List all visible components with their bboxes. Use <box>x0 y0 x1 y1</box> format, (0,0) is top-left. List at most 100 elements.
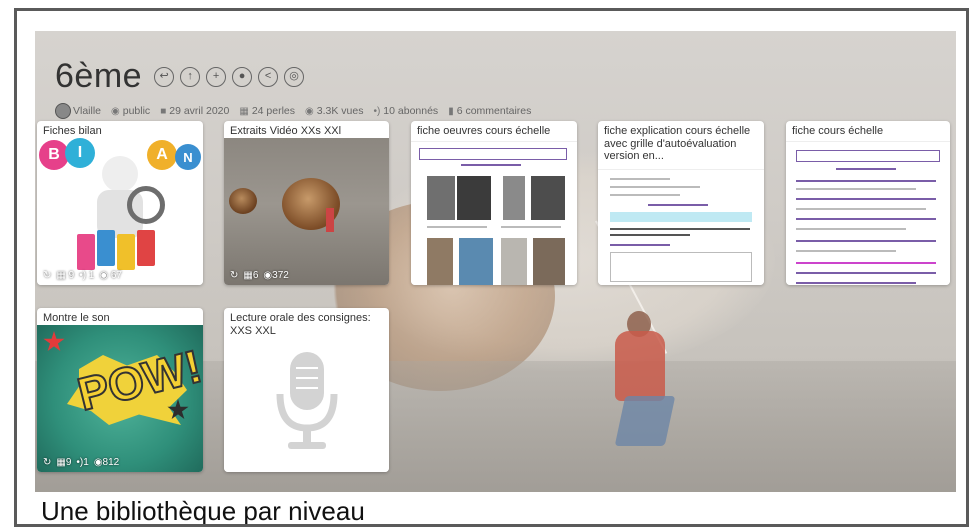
stat-subs: •) 1 <box>79 270 95 281</box>
card-montre-le-son[interactable]: Montre le son POW! ↻ ▦9 •)1 ◉812 <box>37 308 203 472</box>
pearls-count: 9 <box>68 270 75 281</box>
card-thumbnail[interactable]: ↻ ▦6 ◉372 <box>224 138 389 285</box>
card-thumbnail[interactable]: POW! ↻ ▦9 •)1 ◉812 <box>37 325 203 472</box>
meta-subscribers[interactable]: •) 10 abonnés <box>373 105 438 117</box>
title-row: 6ème ↩ ↑ + ● < ◎ <box>55 57 305 96</box>
document-photo <box>503 176 525 220</box>
document-line <box>427 226 487 228</box>
card-stats: ↻ ▦6 ◉372 <box>230 270 289 281</box>
card-stats: ↻ ▦ 9 •) 1 ◉ 67 <box>43 270 122 281</box>
document-answer-box <box>610 252 752 282</box>
background-figurine-legs <box>614 396 676 446</box>
document-line <box>796 188 916 190</box>
folder-decoration <box>117 234 135 270</box>
document-line <box>796 198 936 200</box>
back-icon[interactable]: ↩ <box>154 66 175 87</box>
pearls-count: 9 <box>65 457 72 468</box>
document-line <box>796 250 896 252</box>
card-extraits-video[interactable]: Extraits Vidéo XXs XXl ↻ ▦6 ◉372 <box>224 121 389 285</box>
stat-views: ◉372 <box>263 270 289 281</box>
screenshot-frame: 6ème ↩ ↑ + ● < ◎ Vlaille ◉ public ■ 29 avr… <box>14 8 969 527</box>
visibility-label: public <box>122 105 151 117</box>
meta-bar: Vlaille ◉ public ■ 29 avril 2020 ▦ 24 perle… <box>55 103 531 119</box>
share-icon[interactable]: < <box>258 66 279 87</box>
card-fiche-oeuvres[interactable]: fiche oeuvres cours échelle <box>411 121 577 285</box>
grid-icon: ▦ <box>239 106 249 117</box>
document-line <box>796 228 906 230</box>
pearls-count: 6 <box>252 270 259 281</box>
microphone-icon <box>276 352 338 449</box>
collection-page: 6ème ↩ ↑ + ● < ◎ Vlaille ◉ public ■ 29 avr… <box>35 31 956 492</box>
folder-decoration <box>97 230 115 266</box>
views-count: 812 <box>102 457 120 468</box>
card-thumbnail[interactable]: B I A N ↻ ▦ 9 •) 1 ◉ 67 <box>37 138 203 285</box>
card-title[interactable]: Extraits Vidéo XXs XXl <box>224 121 389 138</box>
document-line <box>501 226 561 228</box>
card-thumbnail[interactable] <box>786 141 950 285</box>
meta-comments[interactable]: ▮ 6 commentaires <box>448 105 531 117</box>
document-line <box>461 164 521 166</box>
author-name[interactable]: Vlaille <box>73 105 101 117</box>
folder-decoration <box>137 230 155 266</box>
document-line <box>610 178 670 180</box>
signal-icon: •) <box>373 106 381 117</box>
subscribers-label[interactable]: 10 abonnés <box>383 105 438 117</box>
card-lecture-orale[interactable]: Lecture orale des consignes: XXS XXL <box>224 308 389 472</box>
title-actions: ↩ ↑ + ● < ◎ <box>154 66 305 87</box>
card-thumbnail[interactable] <box>598 169 764 285</box>
up-icon[interactable]: ↑ <box>180 66 201 87</box>
card-title[interactable]: Montre le son <box>37 308 203 325</box>
document-line <box>796 272 936 274</box>
perles-label: 24 perles <box>251 105 296 117</box>
meta-perles: ▦ 24 perles <box>239 105 295 117</box>
snail-shell-image <box>229 188 257 214</box>
calendar-icon: ■ <box>160 106 167 117</box>
date-label: 29 avril 2020 <box>169 105 230 117</box>
document-line <box>796 262 936 264</box>
document-photo <box>427 176 455 220</box>
figurine-image <box>326 208 334 232</box>
members-icon[interactable]: ● <box>232 66 253 87</box>
document-photo <box>459 238 493 285</box>
meta-visibility: ◉ public <box>111 105 150 117</box>
ball-decoration: A <box>147 140 177 170</box>
card-title[interactable]: fiche explication cours échelle avec gri… <box>598 121 764 163</box>
document-header-box <box>419 148 567 160</box>
meta-date: ■ 29 avril 2020 <box>160 105 229 117</box>
document-line <box>796 218 936 220</box>
background-figurine-body <box>615 331 665 401</box>
ball-decoration: I <box>65 138 95 168</box>
card-fiche-explication[interactable]: fiche explication cours échelle avec gri… <box>598 121 764 285</box>
stat-pearls: ▦6 <box>243 270 259 281</box>
refresh-icon: ↻ <box>43 270 52 281</box>
ball-decoration: N <box>175 144 201 170</box>
document-photo <box>531 176 565 220</box>
document-line <box>796 240 936 242</box>
card-title[interactable]: Fiches bilan <box>37 121 203 138</box>
document-line <box>610 234 690 236</box>
document-line <box>648 204 708 206</box>
card-title[interactable]: Lecture orale des consignes: XXS XXL <box>224 308 389 337</box>
stat-views: ◉ 67 <box>99 270 122 281</box>
target-icon[interactable]: ◎ <box>284 66 305 87</box>
card-thumbnail[interactable] <box>411 141 577 285</box>
refresh-icon: ↻ <box>43 457 52 468</box>
card-title[interactable]: fiche cours échelle <box>786 121 950 138</box>
card-thumbnail[interactable] <box>224 338 389 472</box>
meta-views: ◉ 3.3K vues <box>305 105 363 117</box>
refresh-icon: ↻ <box>230 270 239 281</box>
star-icon <box>43 331 65 352</box>
eye-icon: ◉ <box>305 106 314 117</box>
meta-author[interactable]: Vlaille <box>55 103 101 119</box>
card-fiches-bilan[interactable]: Fiches bilan B I A N ↻ ▦ 9 •) 1 ◉ 67 <box>37 121 203 285</box>
document-highlight <box>610 212 752 222</box>
figure-head <box>102 156 138 192</box>
subs-count: 1 <box>88 270 95 281</box>
card-fiche-cours[interactable]: fiche cours échelle <box>786 121 950 285</box>
page-title: 6ème <box>55 57 143 95</box>
subscribe-icon[interactable]: + <box>206 66 227 87</box>
avatar[interactable] <box>55 103 71 119</box>
globe-icon: ◉ <box>111 106 120 117</box>
card-title[interactable]: fiche oeuvres cours échelle <box>411 121 577 138</box>
comments-label[interactable]: 6 commentaires <box>457 105 532 117</box>
